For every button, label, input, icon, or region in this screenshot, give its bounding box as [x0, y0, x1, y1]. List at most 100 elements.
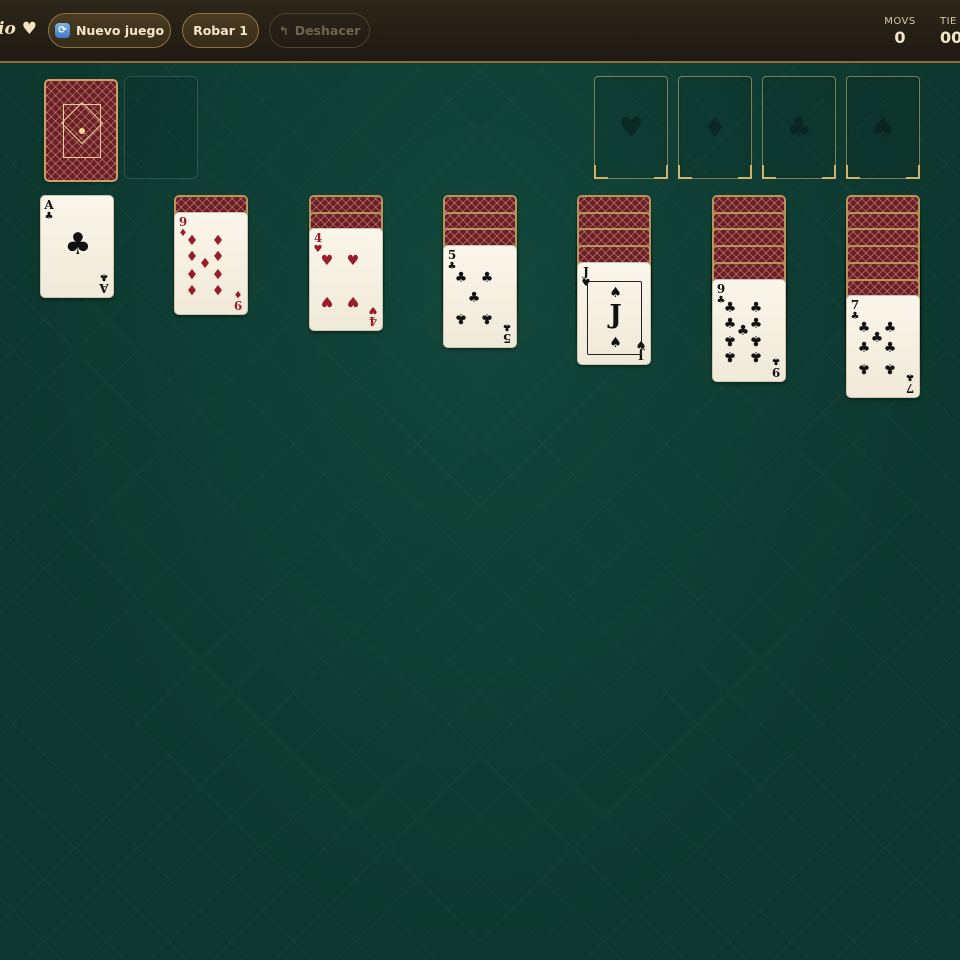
- suit-pip-icon: ♣: [454, 310, 468, 327]
- suit-pip-icon: ♣: [723, 299, 737, 316]
- suit-pip-icon: ♣: [749, 315, 763, 332]
- suit-pip-icon: ♣: [454, 270, 468, 287]
- suit-pip-icon: ♦: [211, 280, 225, 297]
- spade-icon: ♠: [609, 284, 622, 301]
- suit-pip-icon: ♣: [749, 347, 763, 364]
- card-suit-icon: ♦: [233, 287, 243, 299]
- app-title: io ♥: [0, 19, 37, 39]
- suit-pip-icon: ♣: [883, 340, 897, 357]
- card-rank: 5: [447, 248, 457, 263]
- foundation-diamonds[interactable]: ♦: [678, 76, 752, 179]
- time-label: TIE: [940, 16, 957, 27]
- suit-pip-icon: ♣: [480, 310, 494, 327]
- card-corner-index: A ♣: [43, 198, 55, 222]
- refresh-icon: ⟳: [54, 23, 70, 38]
- suit-pip-icon: ♣: [749, 299, 763, 316]
- moves-counter: MOVS 0: [878, 16, 922, 47]
- suit-pip-icon: ♥: [346, 253, 360, 270]
- card-corner-index: 9 ♣: [770, 354, 782, 379]
- draw-one-button[interactable]: Robar 1: [182, 13, 259, 48]
- card-suit-icon: ♣: [905, 371, 915, 383]
- moves-label: MOVS: [884, 16, 916, 27]
- stock-emblem-icon: [79, 128, 85, 134]
- card-rank: A: [99, 281, 109, 295]
- card-face[interactable]: 7 ♣ 7 ♣ ♣ ♣ ♣ ♣ ♣ ♣ ♣: [846, 295, 920, 399]
- card-rank: 9: [233, 297, 243, 312]
- suit-pip-icon: ♦: [185, 264, 199, 281]
- card-corner-index: 7 ♣: [904, 371, 916, 396]
- stock-pile[interactable]: [44, 79, 118, 182]
- card-rank: 9: [716, 281, 726, 296]
- foundation-clubs[interactable]: ♣: [762, 76, 836, 179]
- card-rank: J: [583, 264, 589, 279]
- card-rank: A: [44, 198, 54, 212]
- suit-pip-icon: ♣: [857, 360, 871, 377]
- suit-pip-icon: ♥: [346, 293, 360, 310]
- card-rank: 4: [313, 231, 323, 246]
- suit-pip-icon: ♣: [480, 270, 494, 287]
- suit-pip-icon: ♦: [185, 248, 199, 265]
- suit-pip-icon: ♦: [211, 248, 225, 265]
- card-corner-index: 5 ♣: [501, 321, 513, 346]
- card-rank: 9: [178, 214, 188, 229]
- suit-pip-icon: ♥: [320, 253, 334, 270]
- undo-label: Deshacer: [294, 23, 361, 38]
- diamonds-suit-icon: ♦: [702, 111, 728, 144]
- suit-pip-icon: ♣: [723, 347, 737, 364]
- jack-portrait: ♠ J ♠: [587, 280, 642, 355]
- card-corner-index: 4 ♥: [367, 304, 379, 329]
- card-face[interactable]: A ♣ A ♣ ♣: [40, 195, 114, 298]
- suit-pip-icon: ♣: [723, 331, 737, 348]
- card-suit-icon: ♣: [44, 211, 54, 222]
- card-rank: 7: [850, 298, 860, 313]
- card-face[interactable]: 9 ♦ 9 ♦ ♦ ♦ ♦ ♦ ♦ ♦ ♦ ♦ ♦: [174, 211, 248, 315]
- time-value: 00: [940, 28, 960, 47]
- suit-pip-icon: ♣: [723, 315, 737, 332]
- suit-pip-icon: ♥: [320, 293, 334, 310]
- card-corner-index: 4 ♥: [312, 231, 324, 255]
- suit-pip-icon: ♦: [185, 280, 199, 297]
- suit-pip-icon: ♣: [749, 331, 763, 348]
- top-bar: io ♥ ⟳ Nuevo juego Robar 1 ↰ Deshacer MO…: [0, 0, 960, 63]
- waste-pile[interactable]: [124, 76, 198, 179]
- card-face[interactable]: J ♥ J ♥ ♠ J ♠: [577, 261, 651, 365]
- spades-suit-icon: ♠: [870, 111, 896, 144]
- suit-pip-icon: ♣: [736, 322, 750, 339]
- draw-label: Robar 1: [193, 23, 248, 38]
- suit-pip-icon: ♣: [883, 360, 897, 377]
- moves-value: 0: [894, 28, 906, 47]
- clubs-suit-icon: ♣: [786, 111, 812, 144]
- suit-pip-icon: ♣: [857, 340, 871, 357]
- undo-button[interactable]: ↰ Deshacer: [269, 13, 370, 48]
- card-suit-icon: ♥: [368, 304, 378, 316]
- card-face[interactable]: 9 ♣ 9 ♣ ♣ ♣ ♣ ♣ ♣ ♣ ♣ ♣ ♣: [712, 278, 786, 382]
- card-rank: 4: [368, 314, 378, 329]
- time-counter: TIE 00: [940, 16, 960, 47]
- card-corner-index: 7 ♣: [849, 298, 861, 322]
- card-rank: 9: [771, 364, 781, 379]
- card-rank: 5: [502, 331, 512, 346]
- suit-pip-icon: ♦: [211, 264, 225, 281]
- foundation-hearts[interactable]: ♥: [594, 76, 668, 179]
- suit-pip-icon: ♣: [467, 290, 481, 307]
- foundation-spades[interactable]: ♠: [846, 76, 920, 179]
- jack-letter: J: [609, 299, 622, 330]
- suit-pip-icon: ♣: [857, 320, 871, 337]
- card-rank: 7: [905, 381, 915, 396]
- suit-pip-icon: ♣: [870, 330, 884, 347]
- card-suit-icon: ♣: [771, 354, 781, 366]
- undo-icon: ↰: [278, 23, 289, 38]
- card-suit-icon: ♣: [502, 321, 512, 333]
- hearts-suit-icon: ♥: [618, 111, 644, 144]
- spade-icon: ♠: [609, 334, 622, 351]
- suit-pip-icon: ♣: [883, 320, 897, 337]
- suit-pip-icon: ♦: [185, 232, 199, 249]
- card-corner-index: A ♣: [98, 271, 110, 295]
- new-game-label: Nuevo juego: [75, 23, 165, 38]
- card-corner-index: 5 ♣: [446, 248, 458, 272]
- suit-pip-icon: ♦: [198, 255, 212, 272]
- card-face[interactable]: 5 ♣ 5 ♣ ♣ ♣ ♣ ♣ ♣: [443, 245, 517, 349]
- card-face[interactable]: 4 ♥ 4 ♥ ♥ ♥ ♥ ♥: [309, 228, 383, 332]
- club-pip-icon: ♣: [64, 227, 92, 262]
- new-game-button[interactable]: ⟳ Nuevo juego: [48, 13, 171, 48]
